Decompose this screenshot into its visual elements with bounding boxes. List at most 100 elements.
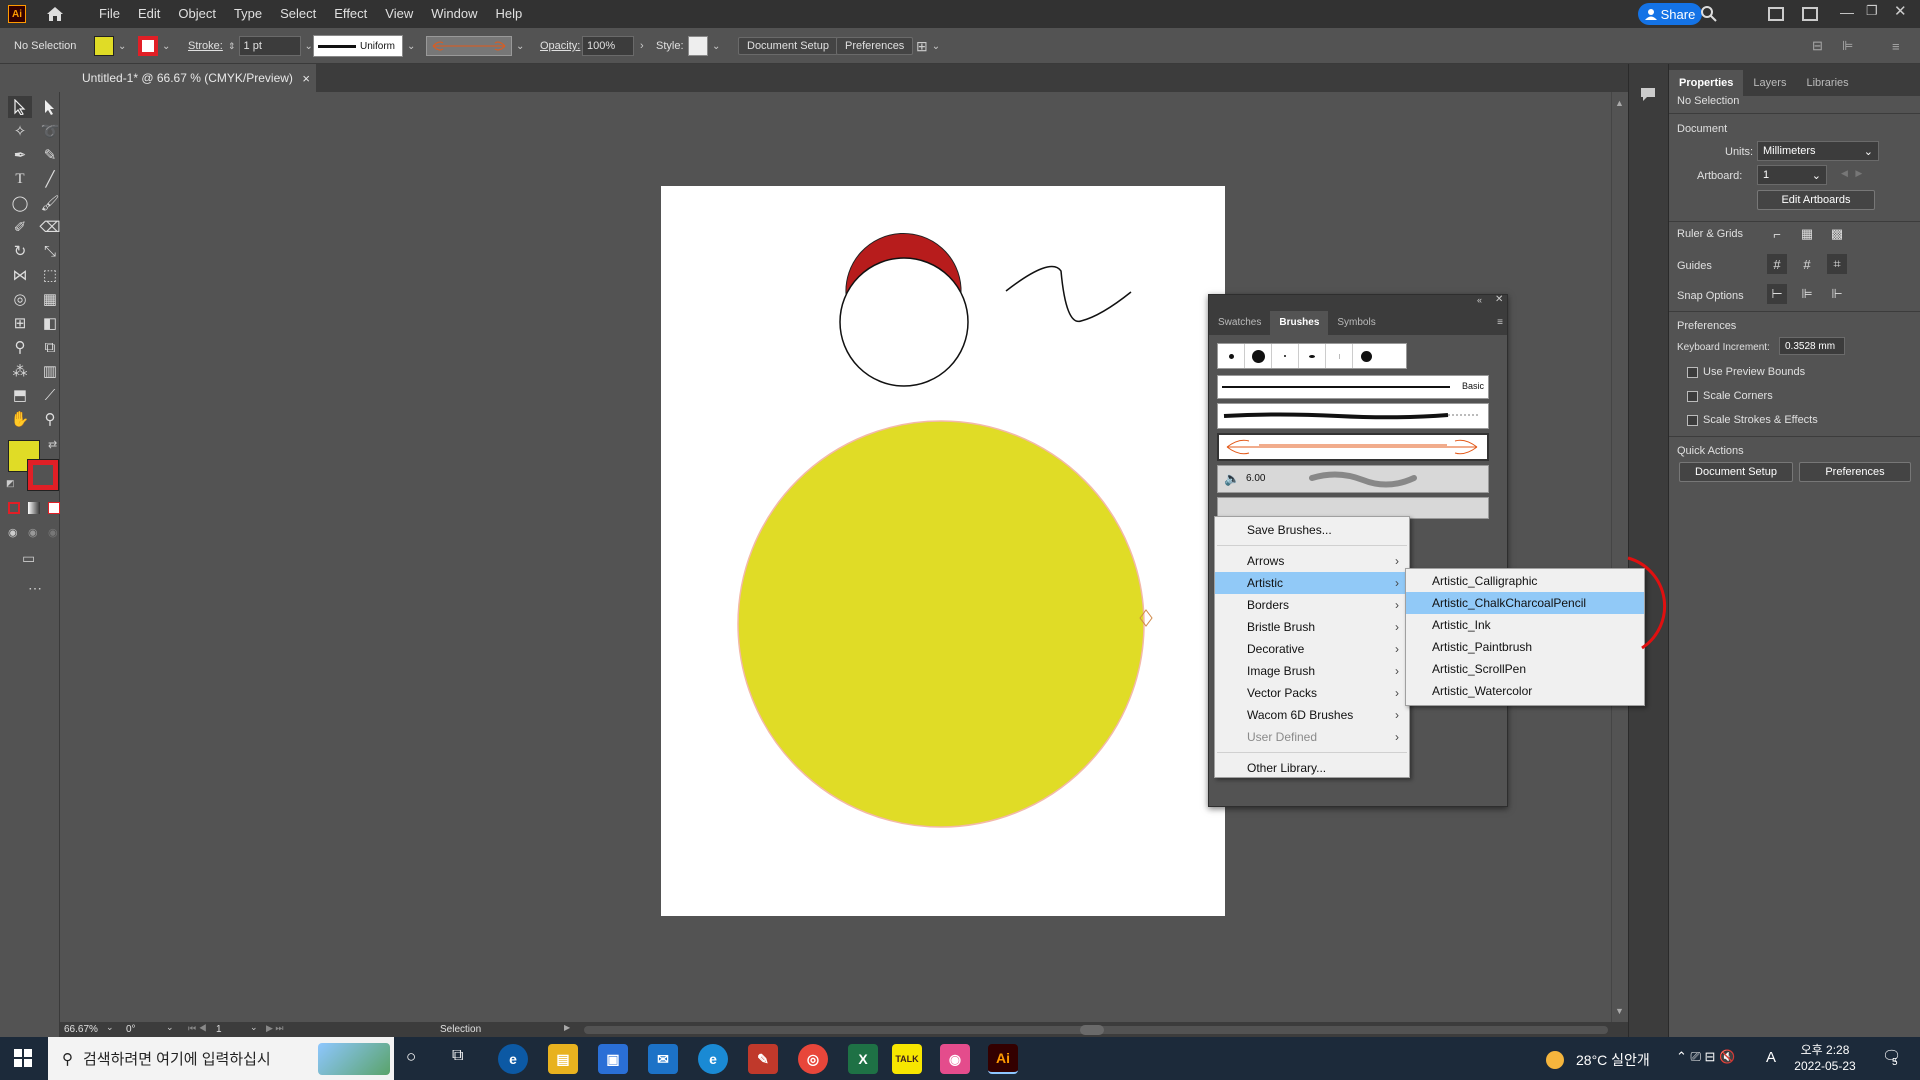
chevron-down-icon[interactable]: ⌄ [516,41,524,52]
artboard-tool-icon[interactable]: ⬒ [8,384,32,406]
menu-file[interactable]: File [90,0,129,28]
edit-artboards-button[interactable]: Edit Artboards [1757,190,1875,210]
preferences-button[interactable]: Preferences [836,37,914,55]
swap-colors-icon[interactable]: ⇄ [48,438,57,451]
gradient-mode-icon[interactable] [28,502,40,514]
scale-strokes-checkbox[interactable]: Scale Strokes & Effects [1687,414,1818,426]
ellipse-tool-icon[interactable]: ◯ [8,192,32,214]
keyboard-increment-field[interactable]: 0.3528 mm [1779,337,1845,355]
panel-menu-icon[interactable]: ≡ [1892,28,1900,64]
gradient-tool-icon[interactable]: ◧ [38,312,62,334]
creative-cloud-icon[interactable]: ◉ [940,1044,970,1074]
menu-effect[interactable]: Effect [325,0,376,28]
scroll-up-icon[interactable]: ▲ [1615,98,1624,108]
screen-mode-icon[interactable]: ▭ [22,550,35,567]
chevron-down-icon[interactable]: ⌄ [162,41,170,52]
weather-text[interactable]: 28°C 실안개 [1576,1050,1650,1070]
blend-tool-icon[interactable]: ⧉ [38,336,62,358]
magic-wand-tool-icon[interactable]: ✧ [8,120,32,142]
document-tab[interactable]: Untitled-1* @ 66.67 % (CMYK/Preview) × [60,64,316,92]
eraser-tool-icon[interactable]: ⌫ [38,216,62,238]
brush-dot[interactable] [1299,344,1326,368]
color-mode-icon[interactable] [8,502,20,514]
library-menu-item[interactable]: Arrows › [1215,550,1409,572]
scale-corners-checkbox[interactable]: Scale Corners [1687,390,1773,402]
variable-width-profile[interactable]: Uniform [313,35,403,57]
other-library-menu-item[interactable]: Other Library... [1215,757,1409,779]
symbol-sprayer-tool-icon[interactable]: ⁂ [8,360,32,382]
mail-icon[interactable]: ✉ [648,1044,678,1074]
menu-window[interactable]: Window [422,0,486,28]
chevron-down-icon[interactable]: ⌄ [250,1022,258,1033]
mesh-tool-icon[interactable]: ⊞ [8,312,32,334]
zoom-tool-icon[interactable]: ⚲ [38,408,62,430]
artboard-select[interactable]: 1 ⌄ [1757,165,1827,185]
chevron-down-icon[interactable]: ⌄ [712,41,720,52]
close-icon[interactable]: ✕ [1894,2,1907,20]
show-guides-icon[interactable]: # [1767,254,1787,274]
quick-preferences-button[interactable]: Preferences [1799,462,1911,482]
search-icon[interactable] [1700,5,1720,25]
brush-dot[interactable] [1272,344,1299,368]
first-artboard-icon[interactable]: ⏮ ◀ [188,1023,207,1034]
tab-libraries[interactable]: Libraries [1796,70,1858,96]
library-menu-item[interactable]: Image Brush › [1215,660,1409,682]
library-menu-item[interactable]: Decorative › [1215,638,1409,660]
artistic-library-item[interactable]: Artistic_Watercolor [1406,680,1644,702]
menu-edit[interactable]: Edit [129,0,169,28]
chevron-down-icon[interactable]: ⌄ [106,1022,114,1033]
shaper-tool-icon[interactable]: ✐ [8,216,32,238]
edge-icon[interactable]: e [498,1044,528,1074]
shape-builder-tool-icon[interactable]: ◎ [8,288,32,310]
cortana-icon[interactable]: ○ [406,1047,416,1067]
taskbar-search-box[interactable]: ⚲ 검색하려면 여기에 입력하십시 [48,1037,394,1080]
none-mode-icon[interactable] [48,502,60,514]
draw-behind-icon[interactable]: ◉ [28,526,38,539]
units-select[interactable]: Millimeters ⌄ [1757,141,1879,161]
width-tool-icon[interactable]: ⋈ [8,264,32,286]
draw-inside-icon[interactable]: ◉ [48,526,58,539]
column-graph-tool-icon[interactable]: ▥ [38,360,62,382]
selection-tool-icon[interactable] [8,96,32,118]
hand-tool-icon[interactable]: ✋ [8,408,32,430]
eyedropper-tool-icon[interactable]: ⚲ [8,336,32,358]
menu-type[interactable]: Type [225,0,271,28]
tab-layers[interactable]: Layers [1743,70,1796,96]
default-colors-icon[interactable]: ◩ [6,478,15,489]
basic-brush-row[interactable]: Basic [1217,375,1489,399]
slice-tool-icon[interactable]: ⟋ [38,384,62,406]
close-panel-icon[interactable]: ✕ [1495,294,1503,305]
tab-symbols[interactable]: Symbols [1328,311,1384,335]
stroke-swatch[interactable] [138,36,158,56]
type-tool-icon[interactable]: T [8,168,32,190]
library-menu-item[interactable]: Artistic › [1215,572,1409,594]
current-tool-status[interactable]: Selection [440,1022,481,1037]
restore-icon[interactable]: ❐ [1866,3,1878,19]
stepper-icon[interactable]: ⇕ [228,41,236,52]
scroll-thumb[interactable] [1080,1025,1104,1035]
brush-definition[interactable] [426,36,512,56]
paintbrush-tool-icon[interactable]: 🖌 [38,192,62,214]
line-tool-icon[interactable]: ╱ [38,168,62,190]
opacity-field[interactable]: 100% [582,36,634,56]
menu-view[interactable]: View [376,0,422,28]
save-brushes-menu-item[interactable]: Save Brushes... [1215,519,1409,541]
scale-tool-icon[interactable]: ⤡ [38,240,62,262]
workspace-icon[interactable] [1802,7,1818,21]
brush-dot[interactable] [1326,344,1353,368]
chevron-down-icon[interactable]: ⌄ [305,41,313,52]
tab-properties[interactable]: Properties [1669,70,1744,96]
style-swatch[interactable] [688,36,708,56]
menu-select[interactable]: Select [271,0,325,28]
ime-indicator[interactable]: A [1766,1049,1776,1066]
curvature-tool-icon[interactable]: ✎ [38,144,62,166]
comments-icon[interactable] [1639,86,1657,102]
grid-icon[interactable]: ▦ [1797,224,1817,244]
smart-guides-icon[interactable]: ⌗ [1827,254,1847,274]
app-icon[interactable]: ✎ [748,1044,778,1074]
windows-start-icon[interactable] [14,1049,32,1070]
quick-document-setup-button[interactable]: Document Setup [1679,462,1793,482]
tab-brushes[interactable]: Brushes [1270,311,1329,335]
stroke-label[interactable]: Stroke: [188,28,223,64]
system-tray-icons[interactable]: ⌃ ⎚ ⊟ 🔇 [1676,1049,1735,1065]
